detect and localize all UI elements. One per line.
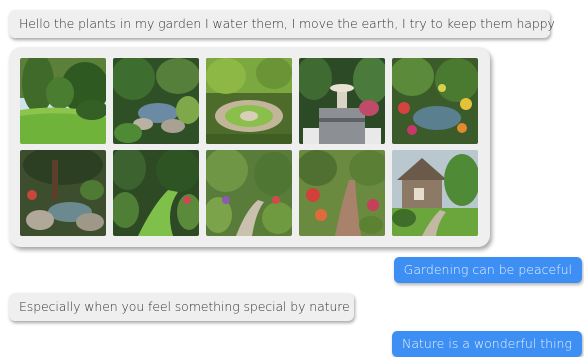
message-text: Gardening can be peaceful [403, 262, 572, 277]
garden-photo-6[interactable] [20, 150, 106, 236]
garden-photo-8[interactable] [206, 150, 292, 236]
incoming-message-bubble: Hello the plants in my garden I water th… [9, 10, 555, 38]
message-text: Nature is a wonderful thing [401, 336, 572, 351]
image-gallery [9, 47, 490, 247]
garden-photo-10[interactable] [392, 150, 478, 236]
garden-photo-7[interactable] [113, 150, 199, 236]
outgoing-message-bubble: Gardening can be peaceful [393, 257, 582, 283]
incoming-message-bubble: Especially when you feel something speci… [9, 293, 354, 321]
garden-photo-1[interactable] [20, 58, 106, 144]
garden-photo-2[interactable] [113, 58, 199, 144]
garden-photo-9[interactable] [299, 150, 385, 236]
garden-photo-5[interactable] [392, 58, 478, 144]
garden-photo-3[interactable] [206, 58, 292, 144]
message-text: Especially when you feel something speci… [19, 299, 350, 314]
outgoing-message-bubble: Nature is a wonderful thing [391, 331, 582, 357]
garden-photo-4[interactable] [299, 58, 385, 144]
message-text: Hello the plants in my garden I water th… [19, 16, 555, 31]
